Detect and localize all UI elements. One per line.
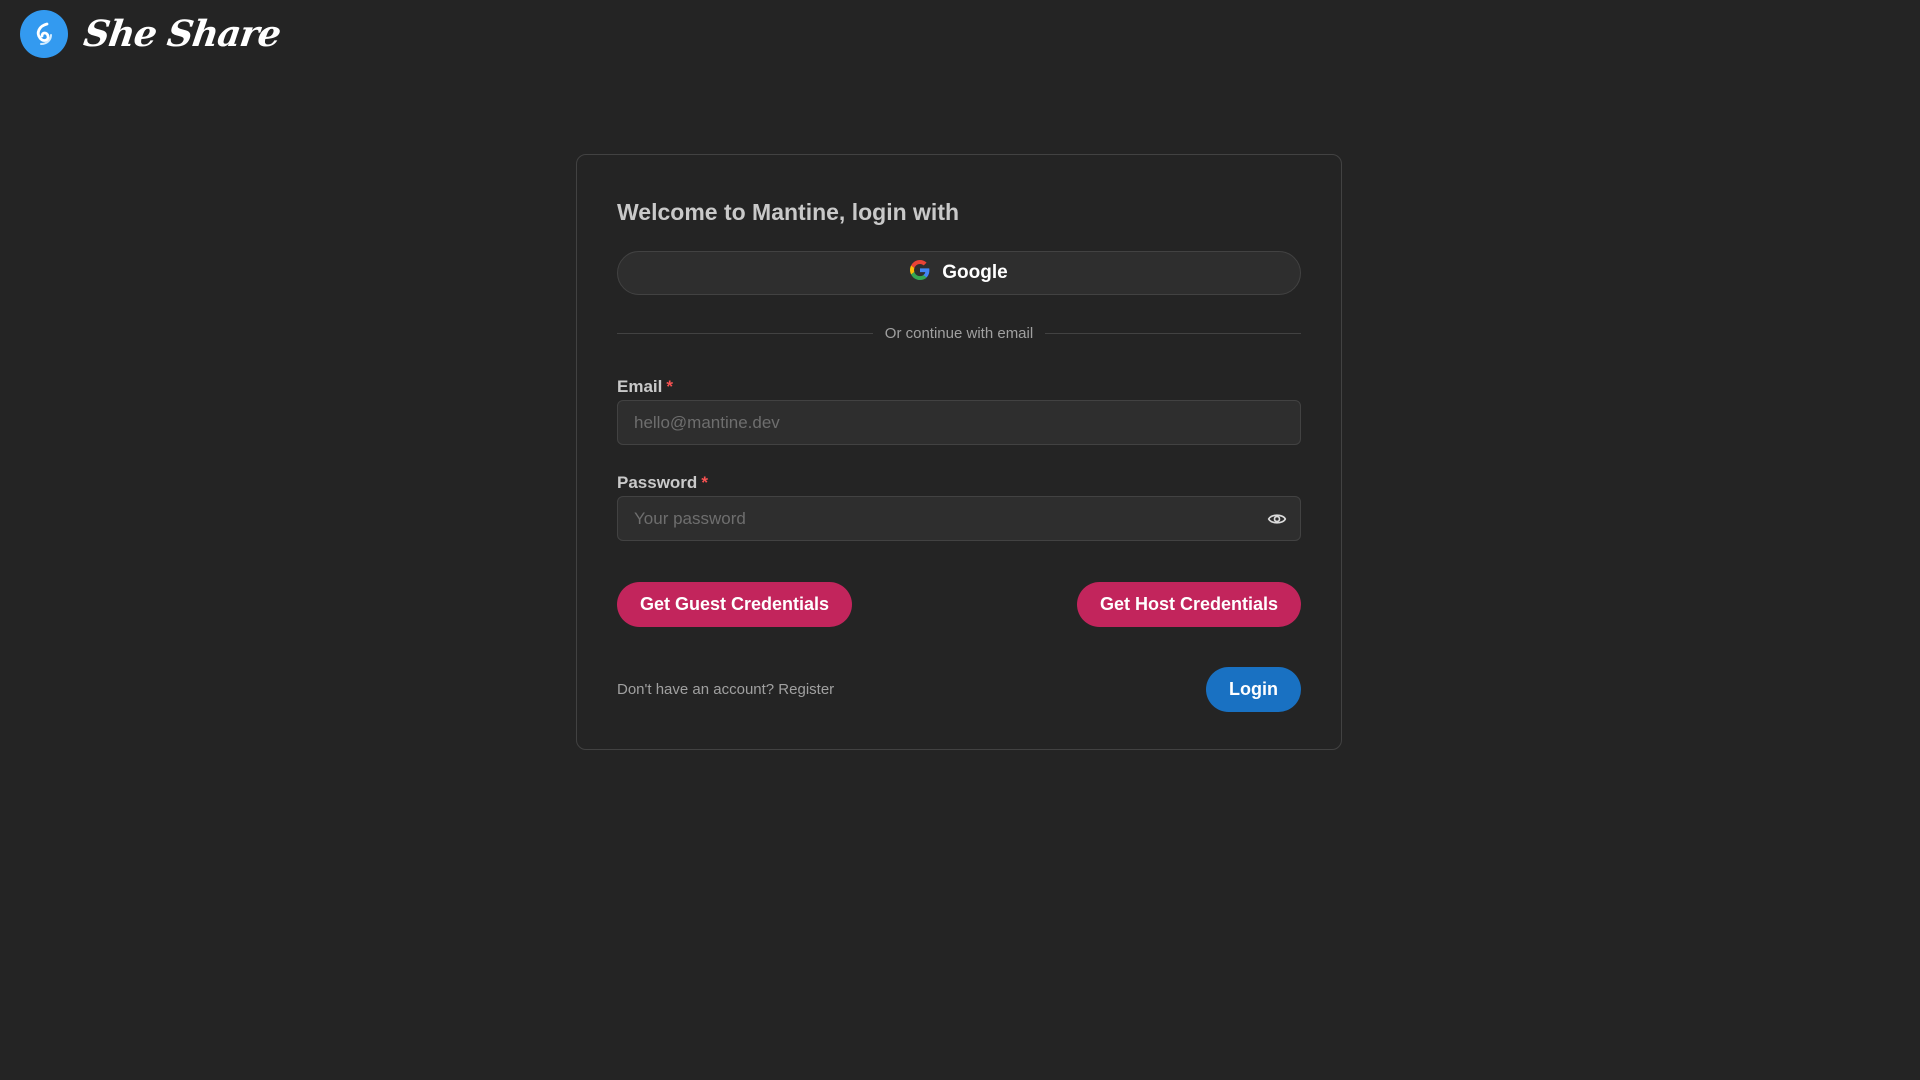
login-button[interactable]: Login — [1206, 667, 1301, 712]
app-logo-icon[interactable] — [20, 10, 68, 58]
password-field[interactable] — [617, 496, 1301, 541]
email-required-mark: * — [666, 377, 673, 396]
brand-name[interactable]: She Share — [81, 13, 283, 55]
password-required-mark: * — [701, 473, 708, 492]
register-link[interactable]: Don't have an account? Register — [617, 681, 834, 698]
divider-line-right — [1045, 332, 1301, 334]
get-guest-credentials-button[interactable]: Get Guest Credentials — [617, 582, 853, 627]
email-field[interactable] — [617, 400, 1301, 445]
password-input[interactable] — [634, 508, 1264, 529]
footer-row: Don't have an account? Register Login — [617, 667, 1301, 712]
google-login-button[interactable]: Google — [617, 251, 1301, 295]
email-label: Email * — [617, 377, 1301, 397]
password-label-text: Password — [617, 473, 698, 492]
divider-line-left — [617, 332, 873, 334]
google-button-label: Google — [942, 262, 1008, 283]
login-card: Welcome to Mantine, login with Google Or… — [576, 154, 1342, 750]
eye-icon[interactable] — [1264, 506, 1290, 532]
app-header: She Share — [20, 10, 283, 58]
email-label-text: Email — [617, 377, 663, 396]
email-input[interactable] — [634, 412, 1284, 433]
divider-text: Or continue with email — [884, 324, 1034, 342]
welcome-title: Welcome to Mantine, login with — [617, 199, 960, 225]
credentials-row: Get Guest Credentials Get Host Credentia… — [617, 582, 1301, 627]
google-icon — [910, 260, 930, 286]
get-host-credentials-button[interactable]: Get Host Credentials — [1076, 582, 1301, 627]
email-divider: Or continue with email — [617, 323, 1301, 343]
password-label: Password * — [617, 473, 1301, 493]
